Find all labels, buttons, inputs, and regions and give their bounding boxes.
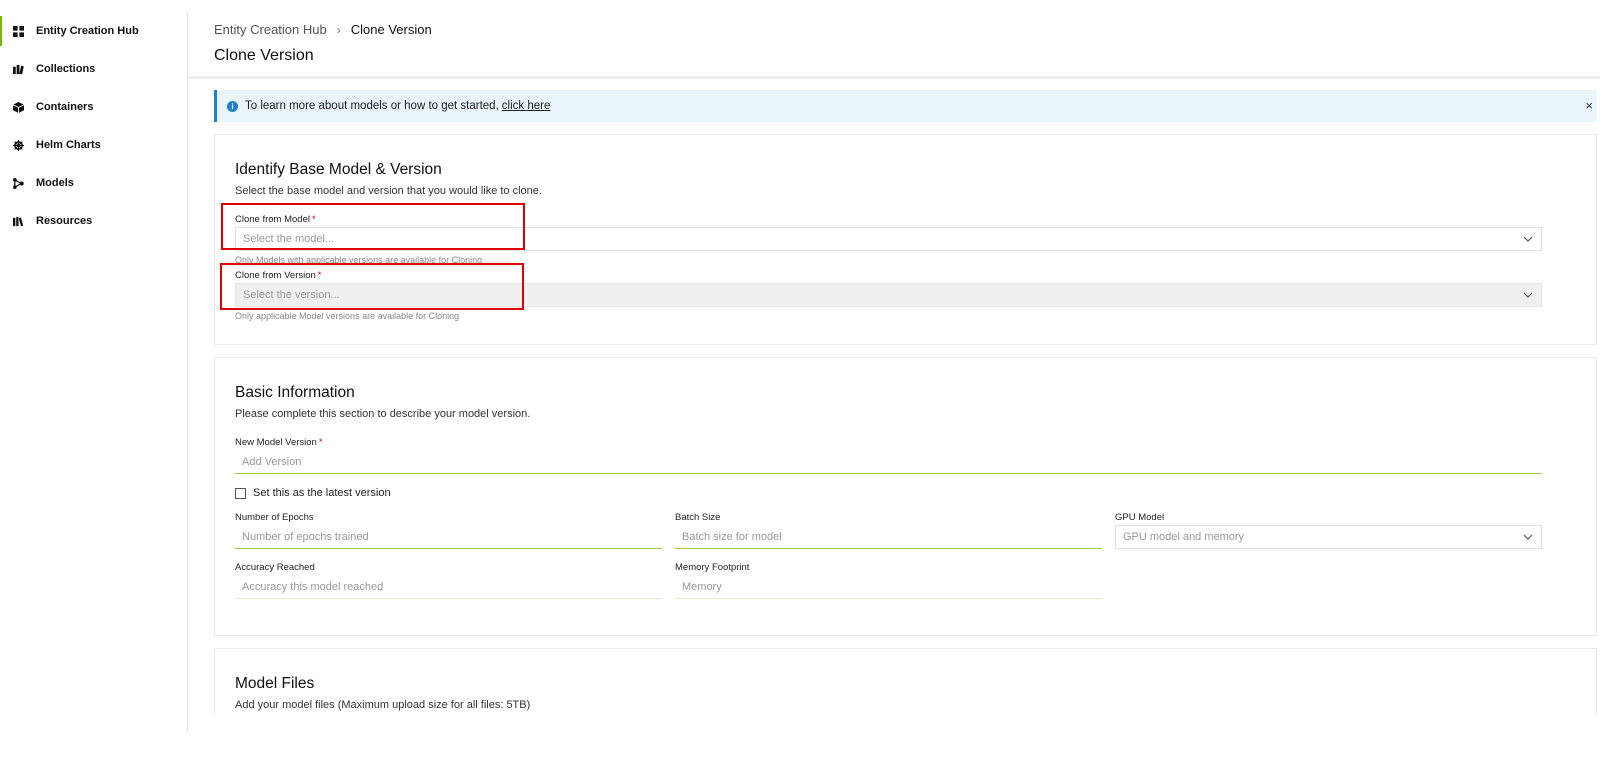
select-placeholder: Select the model... <box>243 233 335 245</box>
gpu-model-label: GPU Model <box>1115 512 1165 523</box>
required-mark: * <box>317 270 322 281</box>
accuracy-label: Accuracy Reached <box>235 562 315 573</box>
memory-footprint-input[interactable]: Memory <box>675 575 1102 599</box>
sidebar-item-resources[interactable]: Resources <box>0 202 187 240</box>
chevron-down-icon <box>1523 532 1533 542</box>
input-placeholder: Accuracy this model reached <box>242 580 384 593</box>
breadcrumb-separator: › <box>336 22 341 37</box>
required-mark: * <box>318 437 323 448</box>
section-title: Model Files <box>235 675 315 692</box>
page-header: Entity Creation Hub › Clone Version Clon… <box>188 0 1600 79</box>
label-text: Clone from Model <box>235 214 310 225</box>
breadcrumb-parent-link[interactable]: Entity Creation Hub <box>214 22 327 37</box>
batch-size-input[interactable]: Batch size for model <box>675 525 1102 549</box>
memory-footprint-label: Memory Footprint <box>675 562 750 573</box>
section-subtitle: Please complete this section to describe… <box>235 408 531 420</box>
select-placeholder: GPU model and memory <box>1123 531 1245 543</box>
model-files-card: Model Files Add your model files (Maximu… <box>214 648 1597 714</box>
identify-base-model-card: Identify Base Model & Version Select the… <box>214 134 1597 345</box>
new-model-version-input[interactable]: Add Version <box>235 450 1542 474</box>
clone-from-model-select[interactable]: Select the model... <box>235 227 1542 251</box>
sidebar-item-containers[interactable]: Containers <box>0 88 187 126</box>
close-icon[interactable]: × <box>1585 98 1593 113</box>
input-placeholder: Batch size for model <box>682 530 782 543</box>
sidebar: Entity Creation Hub Collections Containe… <box>0 12 188 732</box>
banner-text: To learn more about models or how to get… <box>245 100 499 112</box>
info-icon: i <box>227 100 238 112</box>
sidebar-item-label: Entity Creation Hub <box>36 25 139 37</box>
label-text: Clone from Version <box>235 270 316 281</box>
sidebar-item-models[interactable]: Models <box>0 164 187 202</box>
epochs-label: Number of Epochs <box>235 512 314 523</box>
clone-from-version-hint: Only applicable Model versions are avail… <box>235 311 460 321</box>
sidebar-item-label: Collections <box>36 63 96 75</box>
batch-size-label: Batch Size <box>675 512 721 523</box>
section-title: Basic Information <box>235 384 355 401</box>
latest-version-checkbox[interactable] <box>235 488 246 499</box>
new-model-version-label: New Model Version * <box>235 437 323 448</box>
section-subtitle: Select the base model and version that y… <box>235 185 542 197</box>
page-title: Clone Version <box>214 47 314 64</box>
clone-from-model-label: Clone from Model * <box>235 214 316 225</box>
info-banner: i To learn more about models or how to g… <box>214 90 1597 122</box>
gpu-model-select[interactable]: GPU model and memory <box>1115 525 1542 549</box>
basic-information-card: Basic Information Please complete this s… <box>214 357 1597 636</box>
sidebar-item-helm-charts[interactable]: Helm Charts <box>0 126 187 164</box>
chevron-down-icon <box>1523 290 1533 300</box>
sidebar-item-label: Helm Charts <box>36 139 101 151</box>
input-placeholder: Add Version <box>242 455 302 468</box>
accuracy-input[interactable]: Accuracy this model reached <box>235 575 662 599</box>
helm-wheel-icon <box>12 139 24 151</box>
collections-icon <box>12 63 24 75</box>
breadcrumb-current: Clone Version <box>350 22 432 37</box>
section-subtitle: Add your model files (Maximum upload siz… <box>235 699 531 711</box>
sidebar-item-label: Resources <box>36 215 93 227</box>
latest-version-label: Set this as the latest version <box>253 487 391 499</box>
books-icon <box>12 215 24 227</box>
chevron-down-icon <box>1523 234 1533 244</box>
clone-from-version-label: Clone from Version * <box>235 270 322 281</box>
clone-from-version-select[interactable]: Select the version... <box>235 283 1542 307</box>
epochs-input[interactable]: Number of epochs trained <box>235 525 662 549</box>
select-placeholder: Select the version... <box>243 289 340 301</box>
grid-icon <box>12 25 24 37</box>
required-mark: * <box>311 214 316 225</box>
network-icon <box>12 177 24 189</box>
input-placeholder: Number of epochs trained <box>242 530 369 543</box>
cube-icon <box>12 101 24 113</box>
input-placeholder: Memory <box>682 580 722 593</box>
sidebar-item-label: Containers <box>36 101 94 113</box>
breadcrumb: Entity Creation Hub › Clone Version <box>214 22 432 37</box>
sidebar-item-label: Models <box>36 177 74 189</box>
section-title: Identify Base Model & Version <box>235 161 442 178</box>
sidebar-item-collections[interactable]: Collections <box>0 50 187 88</box>
clone-from-model-hint: Only Models with applicable versions are… <box>235 255 483 265</box>
banner-click-here-link[interactable]: click here <box>502 100 551 112</box>
label-text: New Model Version <box>235 437 317 448</box>
sidebar-item-entity-creation-hub[interactable]: Entity Creation Hub <box>0 12 187 50</box>
